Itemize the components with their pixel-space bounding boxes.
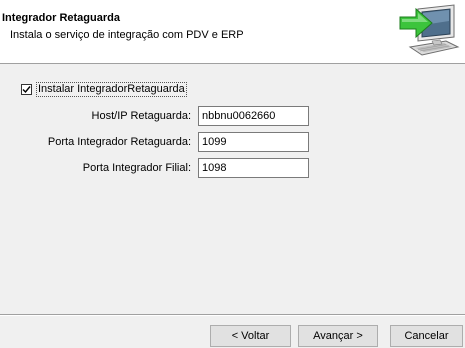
install-checkbox-label[interactable]: Instalar IntegradorRetaguarda <box>36 81 187 97</box>
port-filial-label: Porta Integrador Filial: <box>82 162 191 174</box>
install-checkbox-row[interactable]: Instalar IntegradorRetaguarda <box>21 81 187 97</box>
host-label: Host/IP Retaguarda: <box>91 110 191 122</box>
back-button[interactable]: < Voltar <box>210 325 291 347</box>
footer-separator <box>0 314 465 316</box>
checkmark-icon <box>22 85 31 93</box>
port-retaguarda-label: Porta Integrador Retaguarda: <box>47 136 191 148</box>
port-retaguarda-input[interactable]: 1099 <box>198 132 309 152</box>
computer-install-arrow-icon <box>396 3 462 61</box>
install-checkbox[interactable] <box>21 83 32 95</box>
next-button[interactable]: Avançar > <box>298 325 378 347</box>
cancel-button[interactable]: Cancelar <box>390 325 463 347</box>
page-title: Integrador Retaguarda <box>2 12 120 24</box>
host-input[interactable]: nbbnu0062660 <box>198 106 309 126</box>
port-filial-input[interactable]: 1098 <box>198 158 309 178</box>
wizard-header: Integrador Retaguarda Instala o serviço … <box>0 0 465 64</box>
page-subtitle: Instala o serviço de integração com PDV … <box>10 29 244 41</box>
